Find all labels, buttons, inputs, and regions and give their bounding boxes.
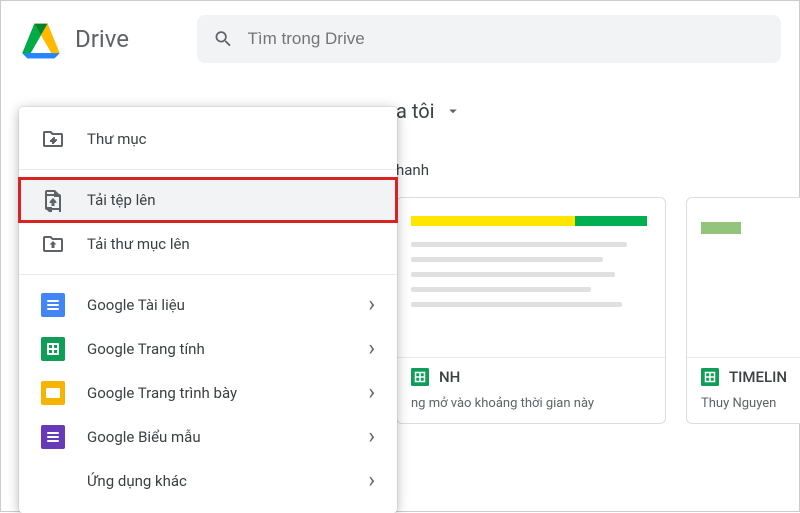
search-input[interactable] bbox=[248, 29, 765, 49]
file-card-title: TIMELIN bbox=[729, 368, 787, 386]
menu-item-label: Thư mục bbox=[87, 130, 147, 148]
sheets-icon bbox=[411, 368, 429, 386]
menu-google-docs[interactable]: Google Tài liệu › bbox=[19, 283, 397, 327]
quick-access-heading: hanh bbox=[396, 161, 799, 179]
app-header: Drive bbox=[1, 1, 799, 77]
menu-google-slides[interactable]: Google Trang trình bày › bbox=[19, 371, 397, 415]
menu-google-forms[interactable]: Google Biểu mẫu › bbox=[19, 415, 397, 459]
folder-upload-icon bbox=[41, 232, 65, 256]
drive-logo-icon bbox=[19, 19, 63, 59]
menu-more-apps[interactable]: Ứng dụng khác › bbox=[19, 459, 397, 503]
menu-upload-file[interactable]: Tải tệp lên bbox=[19, 178, 397, 222]
new-context-menu: Thư mục Tải tệp lên Tải thư mục lên Goog… bbox=[19, 107, 397, 513]
forms-icon bbox=[41, 425, 65, 449]
file-card[interactable]: TIMELIN Thuy Nguyen bbox=[686, 197, 800, 424]
file-card-subtitle: ng mở vào khoảng thời gian này bbox=[397, 396, 665, 423]
quick-access-cards: NH ng mở vào khoảng thời gian này TIMELI… bbox=[396, 197, 799, 424]
menu-item-label: Ứng dụng khác bbox=[87, 472, 187, 490]
sheets-icon bbox=[701, 368, 719, 386]
search-bar[interactable] bbox=[197, 15, 781, 63]
chevron-right-icon: › bbox=[368, 426, 375, 448]
folder-plus-icon bbox=[41, 127, 65, 151]
menu-item-label: Google Biểu mẫu bbox=[87, 428, 201, 446]
slides-icon bbox=[41, 381, 65, 405]
menu-new-folder[interactable]: Thư mục bbox=[19, 117, 397, 161]
file-thumbnail bbox=[687, 198, 800, 358]
menu-separator bbox=[19, 169, 397, 170]
chevron-right-icon: › bbox=[368, 338, 375, 360]
menu-item-label: Tải tệp lên bbox=[87, 191, 156, 209]
main-content: a tôi hanh NH ng mở vào khoảng thời gian… bbox=[396, 93, 799, 424]
blank-icon bbox=[41, 469, 65, 493]
chevron-right-icon: › bbox=[368, 294, 375, 316]
product-name: Drive bbox=[75, 25, 129, 53]
menu-separator bbox=[19, 274, 397, 275]
chevron-down-icon bbox=[444, 102, 462, 120]
breadcrumb-current: a tôi bbox=[396, 99, 434, 123]
chevron-right-icon: › bbox=[368, 382, 375, 404]
docs-icon bbox=[41, 293, 65, 317]
menu-item-label: Google Trang tính bbox=[87, 340, 205, 358]
file-card-title: NH bbox=[439, 368, 460, 386]
menu-item-label: Google Tài liệu bbox=[87, 296, 185, 314]
file-card-subtitle: Thuy Nguyen bbox=[687, 396, 800, 423]
menu-upload-folder[interactable]: Tải thư mục lên bbox=[19, 222, 397, 266]
chevron-right-icon: › bbox=[368, 470, 375, 492]
breadcrumb[interactable]: a tôi bbox=[396, 93, 799, 141]
menu-google-sheets[interactable]: Google Trang tính › bbox=[19, 327, 397, 371]
sheets-icon bbox=[41, 337, 65, 361]
search-icon bbox=[213, 28, 234, 50]
file-thumbnail bbox=[397, 198, 665, 358]
file-upload-icon bbox=[41, 188, 65, 212]
menu-item-label: Google Trang trình bày bbox=[87, 384, 237, 402]
file-card[interactable]: NH ng mở vào khoảng thời gian này bbox=[396, 197, 666, 424]
menu-item-label: Tải thư mục lên bbox=[87, 235, 190, 253]
